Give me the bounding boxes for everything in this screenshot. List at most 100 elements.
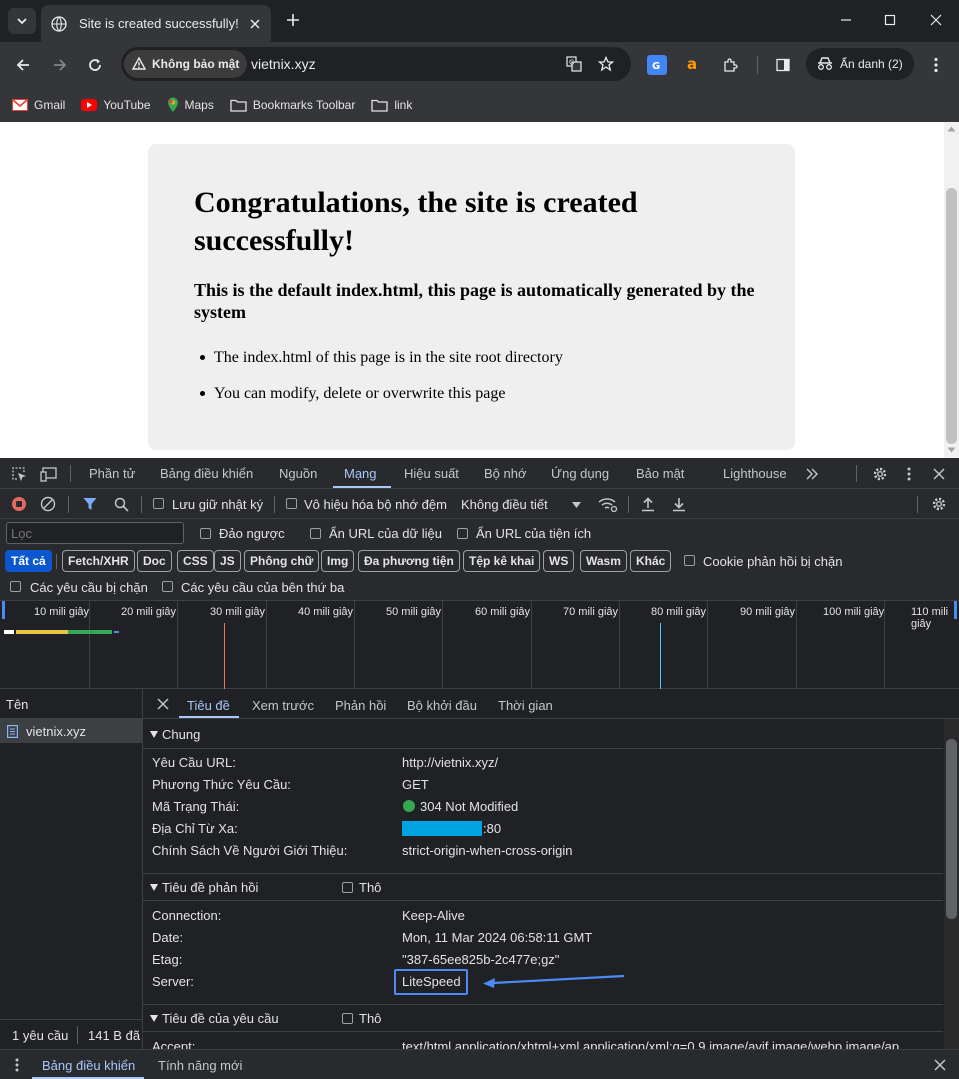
more-tabs-button[interactable] (803, 465, 821, 483)
amazon-extension[interactable]: a (683, 55, 703, 75)
minimize-button[interactable] (836, 10, 856, 30)
tab-elements[interactable]: Phần tử (89, 466, 135, 481)
tab-initiator[interactable]: Bộ khởi đầu (407, 698, 477, 713)
extensions-button[interactable] (720, 55, 740, 75)
filter-font[interactable]: Phông chữ (244, 550, 320, 572)
filter-media[interactable]: Đa phương tiện (358, 550, 460, 572)
filter-manifest[interactable]: Tệp kê khai (463, 550, 541, 572)
tab-lighthouse[interactable]: Lighthouse (723, 466, 787, 481)
tab-console[interactable]: Bảng điều khiển (160, 466, 253, 481)
network-settings-button[interactable] (929, 494, 949, 514)
page-scrollbar[interactable] (944, 122, 959, 458)
close-drawer-button[interactable] (932, 1057, 948, 1073)
bookmark-star-button[interactable] (597, 55, 615, 73)
google-translate-extension[interactable]: G (647, 55, 667, 75)
request-headers-section-header[interactable]: Tiêu đề của yêu cầu Thô (143, 1004, 943, 1032)
filter-img[interactable]: Img (321, 550, 355, 572)
incognito-button[interactable]: Ẩn danh (2) (806, 48, 914, 80)
security-chip[interactable]: Không bảo mật (124, 50, 248, 78)
record-button[interactable] (9, 494, 29, 514)
filter-wasm[interactable]: Wasm (580, 550, 627, 572)
filter-toggle-button[interactable] (80, 494, 100, 514)
detail-scroll-thumb[interactable] (946, 739, 957, 919)
third-party-checkbox[interactable] (162, 581, 173, 592)
close-detail-button[interactable] (155, 696, 171, 712)
search-button[interactable] (111, 494, 131, 514)
preserve-log-label: Lưu giữ nhật ký (172, 497, 264, 512)
scroll-down-icon[interactable] (947, 447, 956, 453)
tab-application[interactable]: Ứng dụng (551, 466, 609, 481)
tab-sources[interactable]: Nguồn (279, 466, 317, 481)
tab-security[interactable]: Bảo mật (636, 466, 684, 481)
drawer-menu-button[interactable] (10, 1057, 24, 1073)
raw-response-checkbox[interactable] (342, 882, 353, 893)
disable-cache-checkbox[interactable] (286, 498, 297, 509)
scroll-up-icon[interactable] (947, 126, 956, 132)
raw-request-checkbox[interactable] (342, 1013, 353, 1024)
filter-ws[interactable]: WS (543, 550, 575, 572)
devtools-menu-button[interactable] (902, 464, 916, 484)
tab-headers[interactable]: Tiêu đề (187, 698, 230, 713)
blocked-requests-checkbox[interactable] (10, 581, 21, 592)
close-icon[interactable] (249, 18, 261, 30)
network-conditions-button[interactable] (597, 494, 619, 514)
import-har-button[interactable] (638, 494, 658, 514)
new-tab-button[interactable] (283, 10, 303, 30)
bookmark-gmail[interactable]: Gmail (12, 98, 65, 112)
address-bar[interactable]: Không bảo mật vietnix.xyz G (121, 47, 631, 81)
network-overview[interactable]: 10 mili giây 20 mili giây 30 mili giây 4… (0, 601, 959, 689)
blocked-cookies-checkbox[interactable] (684, 555, 695, 566)
device-toolbar-button[interactable] (38, 464, 60, 484)
hide-extension-urls-checkbox[interactable] (457, 528, 468, 539)
name-header[interactable]: Tên (0, 689, 143, 719)
side-panel-button[interactable] (773, 55, 793, 75)
filter-js[interactable]: JS (214, 550, 241, 572)
response-headers-section-header[interactable]: Tiêu đề phản hồi Thô (143, 873, 943, 901)
page-scroll-thumb[interactable] (946, 188, 957, 444)
tab-network[interactable]: Mạng (344, 466, 377, 481)
plus-icon (287, 14, 299, 26)
overview-right-handle[interactable] (954, 601, 957, 619)
tab-response[interactable]: Phản hồi (335, 698, 386, 713)
menu-button[interactable] (926, 55, 946, 75)
throttling-select[interactable]: Không điều tiết (461, 495, 586, 515)
filter-input[interactable] (6, 522, 184, 544)
forward-button[interactable] (49, 54, 71, 76)
tab-timing[interactable]: Thời gian (498, 698, 553, 713)
tab-memory[interactable]: Bộ nhớ (484, 466, 527, 481)
translate-button[interactable]: G (565, 55, 583, 73)
general-section-header[interactable]: Chung (143, 721, 943, 749)
arrow-right-icon (54, 59, 67, 71)
overview-left-handle[interactable] (2, 601, 5, 619)
bookmark-maps[interactable]: Maps (167, 97, 214, 113)
browser-tab[interactable]: Site is created successfully! (41, 5, 271, 42)
tab-search-button[interactable] (8, 8, 36, 34)
drawer-tab-whats-new[interactable]: Tính năng mới (158, 1058, 242, 1073)
preserve-log-checkbox[interactable] (153, 498, 164, 509)
filter-all[interactable]: Tất cả (5, 550, 52, 572)
settings-button[interactable] (870, 464, 890, 484)
request-row[interactable]: vietnix.xyz (0, 719, 143, 743)
invert-checkbox[interactable] (200, 528, 211, 539)
reload-button[interactable] (84, 54, 106, 76)
filter-fetch-xhr[interactable]: Fetch/XHR (62, 550, 135, 572)
export-har-button[interactable] (669, 494, 689, 514)
bookmark-folder-link[interactable]: link (371, 98, 412, 112)
close-window-button[interactable] (926, 10, 946, 30)
bookmark-folder-toolbar[interactable]: Bookmarks Toolbar (230, 98, 355, 112)
filter-doc[interactable]: Doc (137, 550, 172, 572)
maximize-button[interactable] (880, 10, 900, 30)
back-button[interactable] (12, 54, 34, 76)
clear-button[interactable] (38, 494, 58, 514)
drawer-tab-console[interactable]: Bảng điều khiển (42, 1058, 135, 1073)
detail-scrollbar[interactable] (944, 719, 959, 1049)
close-devtools-button[interactable] (929, 464, 949, 484)
filter-other[interactable]: Khác (630, 550, 672, 572)
filter-css[interactable]: CSS (177, 550, 214, 572)
inspect-element-button[interactable] (9, 464, 29, 484)
bookmark-youtube[interactable]: YouTube (81, 98, 151, 112)
hide-data-urls-checkbox[interactable] (310, 528, 321, 539)
tab-performance[interactable]: Hiệu suất (404, 466, 459, 481)
url-text[interactable]: vietnix.xyz (251, 56, 316, 72)
tab-preview[interactable]: Xem trước (252, 698, 314, 713)
